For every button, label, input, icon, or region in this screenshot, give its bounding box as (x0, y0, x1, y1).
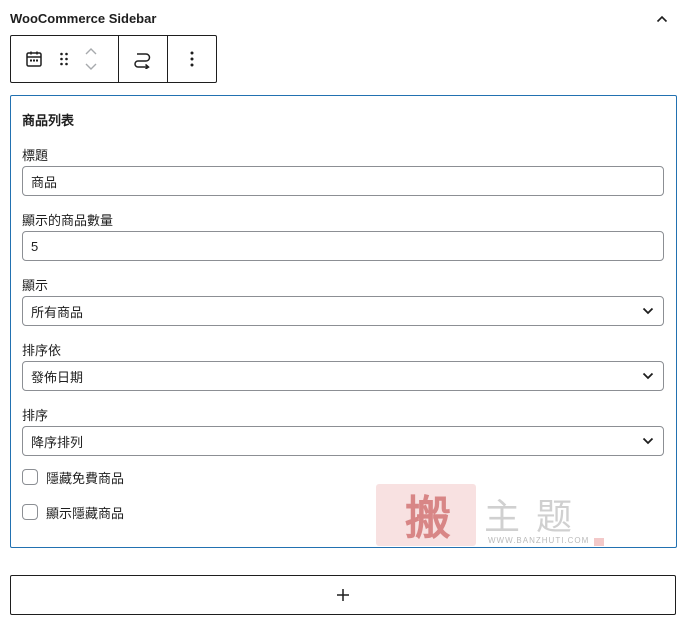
show-hidden-label: 顯示隱藏商品 (46, 505, 125, 521)
block-title: 商品列表 (22, 113, 75, 128)
show-hidden-checkbox-row[interactable]: 顯示隱藏商品 (22, 503, 124, 521)
orderby-select[interactable]: 發佈日期 (22, 361, 664, 391)
count-label: 顯示的商品數量 (22, 213, 114, 228)
toolbar-group-block (11, 36, 119, 82)
drag-handle-icon (60, 52, 68, 66)
calendar-icon (26, 51, 42, 67)
panel-title: WooCommerce Sidebar (10, 11, 157, 26)
orderby-label: 排序依 (22, 343, 62, 358)
count-input[interactable]: 5 (22, 231, 664, 261)
hide-free-checkbox-row[interactable]: 隱藏免費商品 (22, 468, 124, 486)
show-label: 顯示 (22, 278, 49, 293)
more-options-button[interactable] (168, 36, 216, 82)
show-hidden-checkbox[interactable] (22, 504, 38, 520)
chevron-up-icon (656, 15, 668, 23)
count-input-value: 5 (31, 238, 39, 254)
add-block-button[interactable] (10, 575, 676, 615)
order-select-value: 降序排列 (31, 434, 84, 450)
block-movers (71, 36, 111, 82)
orderby-select-value: 發佈日期 (31, 369, 84, 385)
title-input-value: 商品 (31, 174, 58, 190)
show-select-value: 所有商品 (31, 304, 84, 320)
transform-loop-icon (134, 53, 151, 69)
product-list-block[interactable]: 商品列表 標題 商品 顯示的商品數量 5 顯示 所有商品 排序依 發佈日期 排序… (10, 95, 677, 548)
move-up-button[interactable] (83, 46, 99, 56)
panel-header: WooCommerce Sidebar (10, 10, 674, 30)
order-label: 排序 (22, 408, 49, 423)
chevron-down-icon (85, 63, 97, 70)
title-label: 標題 (22, 148, 49, 163)
chevron-down-icon (641, 434, 655, 448)
toolbar-group-options (168, 36, 216, 82)
toolbar-group-transform (119, 36, 168, 82)
block-type-button[interactable] (11, 36, 57, 82)
order-select[interactable]: 降序排列 (22, 426, 664, 456)
transform-button[interactable] (119, 36, 167, 82)
plus-icon (337, 589, 349, 601)
block-toolbar (10, 35, 217, 83)
collapse-button[interactable] (654, 11, 670, 27)
hide-free-label: 隱藏免費商品 (46, 470, 125, 486)
chevron-down-icon (641, 369, 655, 383)
drag-handle[interactable] (57, 36, 71, 82)
show-select[interactable]: 所有商品 (22, 296, 664, 326)
chevron-up-icon (85, 48, 97, 55)
title-input[interactable]: 商品 (22, 166, 664, 196)
chevron-down-icon (641, 304, 655, 318)
move-down-button[interactable] (83, 62, 99, 72)
hide-free-checkbox[interactable] (22, 469, 38, 485)
more-vertical-icon (190, 51, 194, 67)
